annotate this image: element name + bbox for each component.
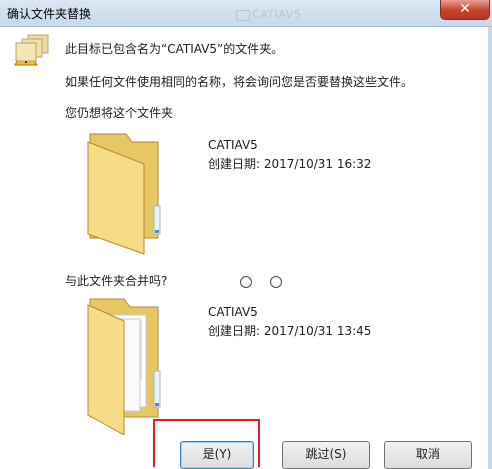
source-folder-name: CATIAV5 (208, 305, 258, 319)
highlight-box (153, 419, 260, 467)
dialog-body (0, 27, 492, 469)
full-folder-icon (87, 298, 161, 435)
heading-text: 此目标已包含名为“CATIAV5”的文件夹。 (65, 42, 284, 56)
merge-prompt: 与此文件夹合并吗? (65, 274, 168, 288)
folder-stack-icon (15, 34, 49, 62)
radio-option-1[interactable] (240, 276, 252, 288)
prompt-text: 您仍想将这个文件夹 (65, 106, 174, 120)
source-folder-date: 创建日期: 2017/10/31 13:45 (208, 324, 372, 338)
background-window-title: CATIAV5 (117, 3, 301, 21)
empty-folder-icon (87, 133, 161, 255)
background-folder-icon (236, 10, 250, 21)
question-text: 如果任何文件使用相同的名称，将会询问您是否要替换这些文件。 (65, 75, 414, 89)
title-bar: 确认文件夹替换 CATIAV5 ✕ (0, 0, 492, 27)
dialog-title: 确认文件夹替换 (7, 7, 92, 21)
skip-button[interactable]: 跳过(S) (282, 441, 370, 469)
close-button[interactable]: ✕ (440, 0, 490, 20)
cancel-button[interactable]: 取消 (384, 441, 472, 469)
radio-option-2[interactable] (270, 276, 282, 288)
target-folder-date: 创建日期: 2017/10/31 16:32 (208, 157, 372, 171)
target-folder-name: CATIAV5 (208, 138, 258, 152)
window-frame-right (488, 27, 492, 469)
close-icon: ✕ (459, 1, 471, 17)
